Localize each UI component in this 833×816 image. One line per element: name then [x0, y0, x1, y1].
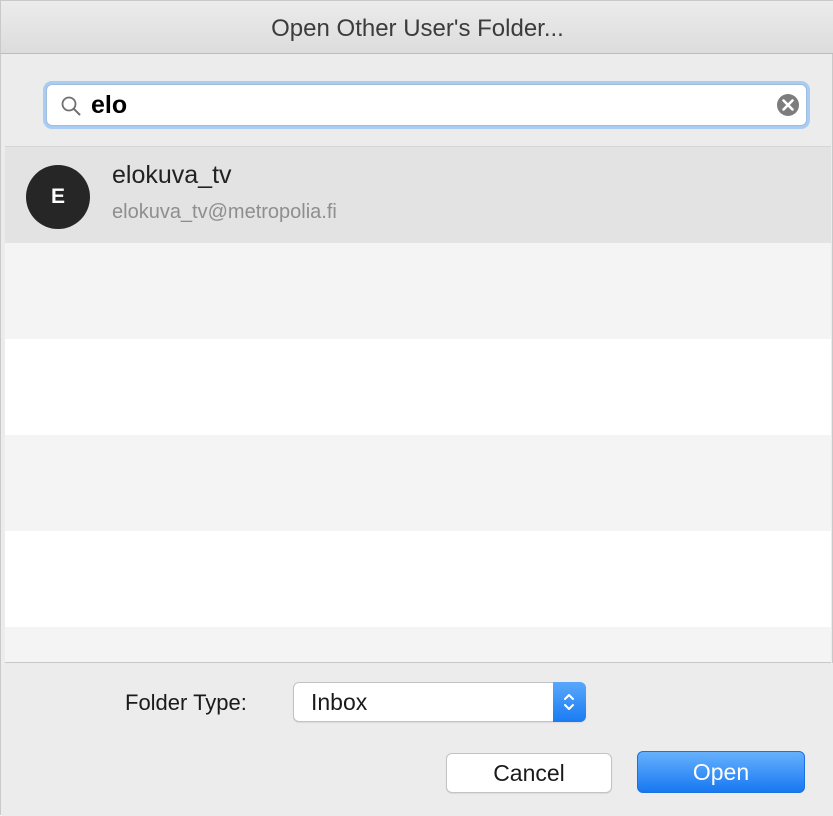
up-down-chevron-icon: [564, 694, 574, 710]
dialog-window: Open Other User's Folder... E elokuv: [0, 0, 833, 816]
clear-search-icon[interactable]: [776, 93, 800, 122]
empty-row: [5, 531, 831, 627]
user-name: elokuva_tv: [112, 161, 232, 189]
folder-type-select[interactable]: Inbox: [293, 682, 586, 722]
cancel-button[interactable]: Cancel: [446, 753, 612, 793]
user-results-list: E elokuva_tv elokuva_tv@metropolia.fi: [5, 146, 831, 663]
search-icon: [60, 95, 82, 122]
select-stepper: [553, 682, 586, 722]
dialog-footer: Folder Type: Inbox Cancel Open: [1, 663, 833, 816]
avatar: E: [26, 165, 90, 229]
open-button[interactable]: Open: [637, 751, 805, 793]
search-input[interactable]: [91, 85, 761, 125]
user-email: elokuva_tv@metropolia.fi: [112, 201, 337, 223]
folder-type-label: Folder Type:: [125, 690, 247, 715]
search-field[interactable]: [46, 84, 807, 126]
empty-row: [5, 243, 831, 339]
empty-row: [5, 339, 831, 435]
empty-row: [5, 627, 831, 662]
search-area: [5, 54, 831, 146]
folder-type-value: Inbox: [311, 689, 368, 715]
window-title: Open Other User's Folder...: [1, 1, 833, 54]
empty-row: [5, 435, 831, 531]
list-item[interactable]: E elokuva_tv elokuva_tv@metropolia.fi: [5, 147, 831, 244]
